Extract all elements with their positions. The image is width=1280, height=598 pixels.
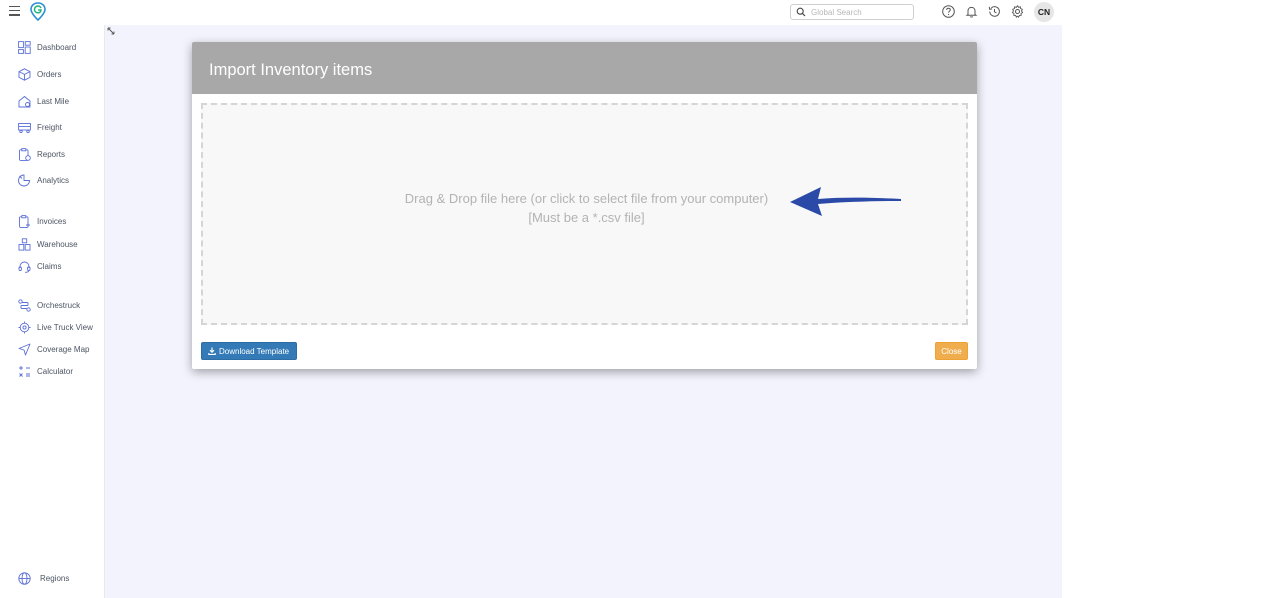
sidebar-item-calculator[interactable]: Calculator	[18, 363, 73, 379]
sidebar-item-live-truck-view[interactable]: Live Truck View	[18, 319, 93, 335]
sidebar-item-reports[interactable]: Reports	[18, 146, 65, 162]
file-dropzone[interactable]: Drag & Drop file here (or click to selec…	[201, 103, 968, 325]
truck-icon	[18, 122, 31, 133]
menu-icon[interactable]	[9, 6, 20, 16]
global-search[interactable]	[790, 4, 914, 20]
bell-icon[interactable]	[964, 4, 979, 19]
help-icon[interactable]	[941, 4, 956, 19]
download-template-button[interactable]: Download Template	[201, 342, 298, 360]
history-icon[interactable]	[987, 4, 1002, 19]
sidebar-item-dashboard[interactable]: Dashboard	[18, 39, 76, 55]
outer-margin	[1062, 0, 1280, 598]
clipboard-icon	[19, 147, 31, 161]
sidebar-item-orchestruck[interactable]: Orchestruck	[18, 297, 80, 313]
close-button[interactable]: Close	[935, 342, 968, 360]
dashboard-icon	[18, 40, 31, 54]
target-icon	[18, 321, 31, 333]
sidebar-item-label: Analytics	[37, 175, 70, 185]
sidebar-item-label: Regions	[40, 573, 70, 583]
analytics-icon	[18, 174, 30, 186]
sidebar-item-label: Warehouse	[37, 239, 78, 249]
sidebar-item-orders[interactable]: Orders	[18, 66, 61, 82]
sidebar-item-label: Reports	[37, 149, 66, 159]
expand-icon[interactable]	[107, 27, 115, 35]
sidebar-item-label: Live Truck View	[37, 322, 93, 332]
sidebar-item-label: Claims	[37, 261, 62, 271]
download-template-label: Download Template	[219, 346, 290, 356]
sidebar-item-label: Orders	[37, 69, 62, 79]
sidebar-item-claims[interactable]: Claims	[18, 258, 61, 274]
route-icon	[18, 298, 31, 312]
sidebar-item-label: Calculator	[37, 366, 74, 376]
last-mile-icon	[18, 95, 31, 107]
globe-icon	[18, 571, 31, 585]
sidebar-item-label: Last Mile	[37, 96, 70, 106]
sidebar-item-analytics[interactable]: Analytics	[18, 172, 69, 188]
pointer-arrow-icon	[790, 187, 901, 216]
download-icon	[208, 347, 216, 355]
gear-icon[interactable]	[1010, 4, 1025, 19]
headset-icon	[18, 261, 31, 273]
sidebar-item-label: Coverage Map	[37, 344, 90, 354]
modal-title: Import Inventory items	[209, 61, 373, 79]
box-icon	[18, 67, 31, 81]
modal-header: Import Inventory items	[192, 42, 977, 94]
sidebar-item-warehouse[interactable]: Warehouse	[18, 236, 78, 252]
navigation-icon	[18, 343, 31, 355]
sidebar-item-last-mile[interactable]: Last Mile	[18, 93, 69, 109]
invoice-icon	[19, 214, 30, 228]
search-input[interactable]	[811, 5, 911, 19]
sidebar-item-freight[interactable]: Freight	[18, 119, 62, 135]
sidebar-item-label: Invoices	[37, 216, 67, 226]
sidebar-item-invoices[interactable]: Invoices	[18, 213, 66, 229]
sidebar-item-regions[interactable]: Regions	[18, 570, 69, 586]
sidebar-item-coverage-map[interactable]: Coverage Map	[18, 341, 89, 357]
sidebar: Dashboard Orders Last Mile Freight Repor…	[0, 25, 105, 598]
sidebar-item-label: Freight	[37, 122, 62, 132]
user-avatar[interactable]: CN	[1034, 2, 1054, 22]
sidebar-item-label: Dashboard	[37, 42, 77, 52]
import-modal: Import Inventory items Drag & Drop file …	[192, 42, 977, 369]
app-shell: CN Dashboard Orders Last Mile Freight Re…	[0, 0, 1062, 598]
logo-icon[interactable]	[30, 2, 46, 21]
search-icon	[796, 7, 806, 17]
sidebar-item-label: Orchestruck	[37, 300, 81, 310]
warehouse-icon	[18, 237, 31, 251]
calculator-icon	[19, 365, 30, 377]
top-bar: CN	[0, 0, 1062, 25]
